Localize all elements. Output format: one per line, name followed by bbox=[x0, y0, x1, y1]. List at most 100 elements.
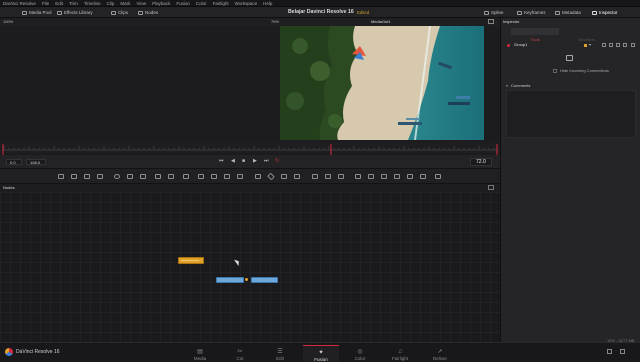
comments-field[interactable] bbox=[506, 90, 636, 138]
menu-timeline[interactable]: Timeline bbox=[84, 1, 101, 6]
menu-clip[interactable]: Clip bbox=[107, 1, 115, 6]
settings-gear-icon[interactable] bbox=[620, 349, 625, 354]
shape-3d-icon[interactable] bbox=[368, 174, 374, 179]
brightness-tool-icon[interactable] bbox=[168, 174, 174, 179]
menu-mark[interactable]: Mark bbox=[120, 1, 130, 6]
inspector-button[interactable]: Inspector bbox=[592, 9, 618, 16]
menu-davinci[interactable]: DaVinci Resolve bbox=[3, 1, 36, 6]
renderer-3d-icon[interactable] bbox=[420, 174, 426, 179]
settings-icon[interactable] bbox=[631, 43, 635, 47]
menu-color[interactable]: Color bbox=[196, 1, 207, 6]
color-corrector-tool-icon[interactable] bbox=[127, 174, 133, 179]
menu-view[interactable]: View bbox=[136, 1, 146, 6]
media-in-node[interactable] bbox=[216, 277, 244, 283]
usage-readout: 15% - 3277 MB bbox=[607, 338, 635, 343]
group-color-swatch[interactable] bbox=[584, 44, 587, 47]
text-tool-icon[interactable] bbox=[84, 174, 90, 179]
polygon-mask-icon[interactable] bbox=[267, 172, 275, 181]
page-tab-color[interactable]: ◎ Color bbox=[345, 345, 375, 361]
nodes-button[interactable]: Nodes bbox=[138, 9, 158, 16]
menu-file[interactable]: File bbox=[42, 1, 49, 6]
channel-booleans-tool-icon[interactable] bbox=[198, 174, 204, 179]
page-tab-media[interactable]: ▤ Media bbox=[185, 345, 215, 361]
reset-icon[interactable] bbox=[623, 43, 627, 47]
menu-fairlight[interactable]: Fairlight bbox=[213, 1, 229, 6]
text-3d-icon[interactable] bbox=[381, 174, 387, 179]
merge-tool-icon[interactable] bbox=[183, 174, 189, 179]
page-tab-deliver[interactable]: ➚ Deliver bbox=[425, 345, 455, 361]
curves-tool-icon[interactable] bbox=[140, 174, 146, 179]
bspline-mask-icon[interactable] bbox=[281, 174, 287, 179]
camera-3d-icon[interactable] bbox=[407, 174, 413, 179]
render-end-field[interactable]: 108.0 bbox=[26, 159, 46, 165]
background-tool-icon[interactable] bbox=[58, 174, 64, 179]
deliver-page-icon: ➚ bbox=[437, 349, 443, 355]
page-tab-cut[interactable]: ✂ Cut bbox=[225, 345, 255, 361]
comments-chevron-icon[interactable]: ▾ bbox=[506, 84, 508, 88]
hide-connections-checkbox[interactable] bbox=[553, 69, 557, 73]
blur-tool-icon[interactable] bbox=[114, 174, 120, 179]
image-plane-3d-icon[interactable] bbox=[435, 174, 441, 179]
app-name: DaVinci Resolve 16 bbox=[16, 349, 60, 355]
node-output-port[interactable] bbox=[245, 278, 248, 281]
home-icon[interactable] bbox=[607, 349, 612, 354]
paint-tool-icon[interactable] bbox=[71, 174, 77, 179]
spline-icon bbox=[484, 10, 489, 15]
node-editor[interactable] bbox=[0, 192, 500, 342]
version-icon[interactable] bbox=[602, 43, 606, 47]
media-out-node[interactable] bbox=[251, 277, 278, 283]
page-tab-edit[interactable]: ☰ Edit bbox=[265, 345, 295, 361]
menu-trim[interactable]: Trim bbox=[69, 1, 78, 6]
go-to-start-icon[interactable]: ⏮ bbox=[219, 159, 224, 164]
go-to-end-icon[interactable]: ⏭ bbox=[264, 159, 269, 164]
viewer-zoom-right[interactable]: 75% bbox=[271, 20, 279, 24]
play-reverse-icon[interactable]: ◀ bbox=[231, 159, 235, 164]
render-start-field[interactable]: 0.0 bbox=[6, 159, 22, 165]
metadata-button[interactable]: Metadata bbox=[555, 9, 581, 16]
menu-edit[interactable]: Edit bbox=[55, 1, 63, 6]
loop-icon[interactable]: ↻ bbox=[275, 159, 279, 164]
viewer-options-icon[interactable] bbox=[488, 19, 494, 24]
current-frame-field[interactable]: 72.0 bbox=[470, 158, 492, 166]
viewer-zoom-left[interactable]: 100% bbox=[3, 20, 13, 24]
rectangle-mask-icon[interactable] bbox=[255, 174, 261, 179]
group-node[interactable] bbox=[178, 257, 204, 264]
spline-button[interactable]: Spline bbox=[484, 9, 504, 16]
effects-library-button[interactable]: Effects Library bbox=[57, 9, 93, 16]
group-active-indicator[interactable] bbox=[507, 44, 510, 47]
merge-3d-icon[interactable] bbox=[394, 174, 400, 179]
brush-tool-icon[interactable] bbox=[97, 174, 103, 179]
menu-help[interactable]: Help bbox=[263, 1, 272, 6]
menu-workspace[interactable]: Workspace bbox=[235, 1, 257, 6]
pin-icon[interactable] bbox=[609, 43, 613, 47]
settings-tab-icon[interactable] bbox=[566, 55, 573, 61]
matte-tool-icon[interactable] bbox=[155, 174, 161, 179]
page-tab-fusion[interactable]: ✦ Fusion bbox=[303, 345, 339, 362]
render-end-value: 108.0 bbox=[30, 159, 41, 165]
menu-fusion[interactable]: Fusion bbox=[176, 1, 190, 6]
crop-tool-icon[interactable] bbox=[237, 174, 243, 179]
stop-icon[interactable]: ■ bbox=[242, 159, 245, 164]
transform-tool-icon[interactable] bbox=[224, 174, 230, 179]
inspector-tab-tools[interactable]: Tools bbox=[511, 28, 559, 42]
edit-page-icon: ☰ bbox=[277, 349, 283, 355]
planar-tracker-icon[interactable] bbox=[325, 174, 331, 179]
media-pool-button[interactable]: Media Pool bbox=[22, 9, 52, 16]
lock-icon[interactable] bbox=[616, 43, 620, 47]
group-color-dropdown-icon[interactable]: ▾ bbox=[589, 43, 591, 47]
ellipse-mask-icon[interactable] bbox=[294, 174, 300, 179]
pemitter-tool-icon[interactable] bbox=[355, 174, 361, 179]
matte-control-tool-icon[interactable] bbox=[211, 174, 217, 179]
nodes-options-icon[interactable] bbox=[488, 185, 494, 190]
time-ruler[interactable] bbox=[0, 142, 500, 155]
page-tab-fairlight-label: Fairlight bbox=[391, 356, 408, 361]
tracker-tool-icon[interactable] bbox=[312, 174, 318, 179]
inspector-tab-modifiers[interactable]: Modifiers bbox=[563, 28, 611, 42]
page-tab-fairlight[interactable]: ♫ Fairlight bbox=[385, 345, 415, 361]
menu-playback[interactable]: Playback bbox=[152, 1, 170, 6]
clips-button[interactable]: Clips bbox=[111, 9, 128, 16]
play-icon[interactable]: ▶ bbox=[253, 159, 257, 164]
particles-tool-icon[interactable] bbox=[338, 174, 344, 179]
hide-connections-label: Hide Incoming Connections bbox=[560, 68, 609, 73]
keyframes-button[interactable]: Keyframes bbox=[517, 9, 546, 16]
